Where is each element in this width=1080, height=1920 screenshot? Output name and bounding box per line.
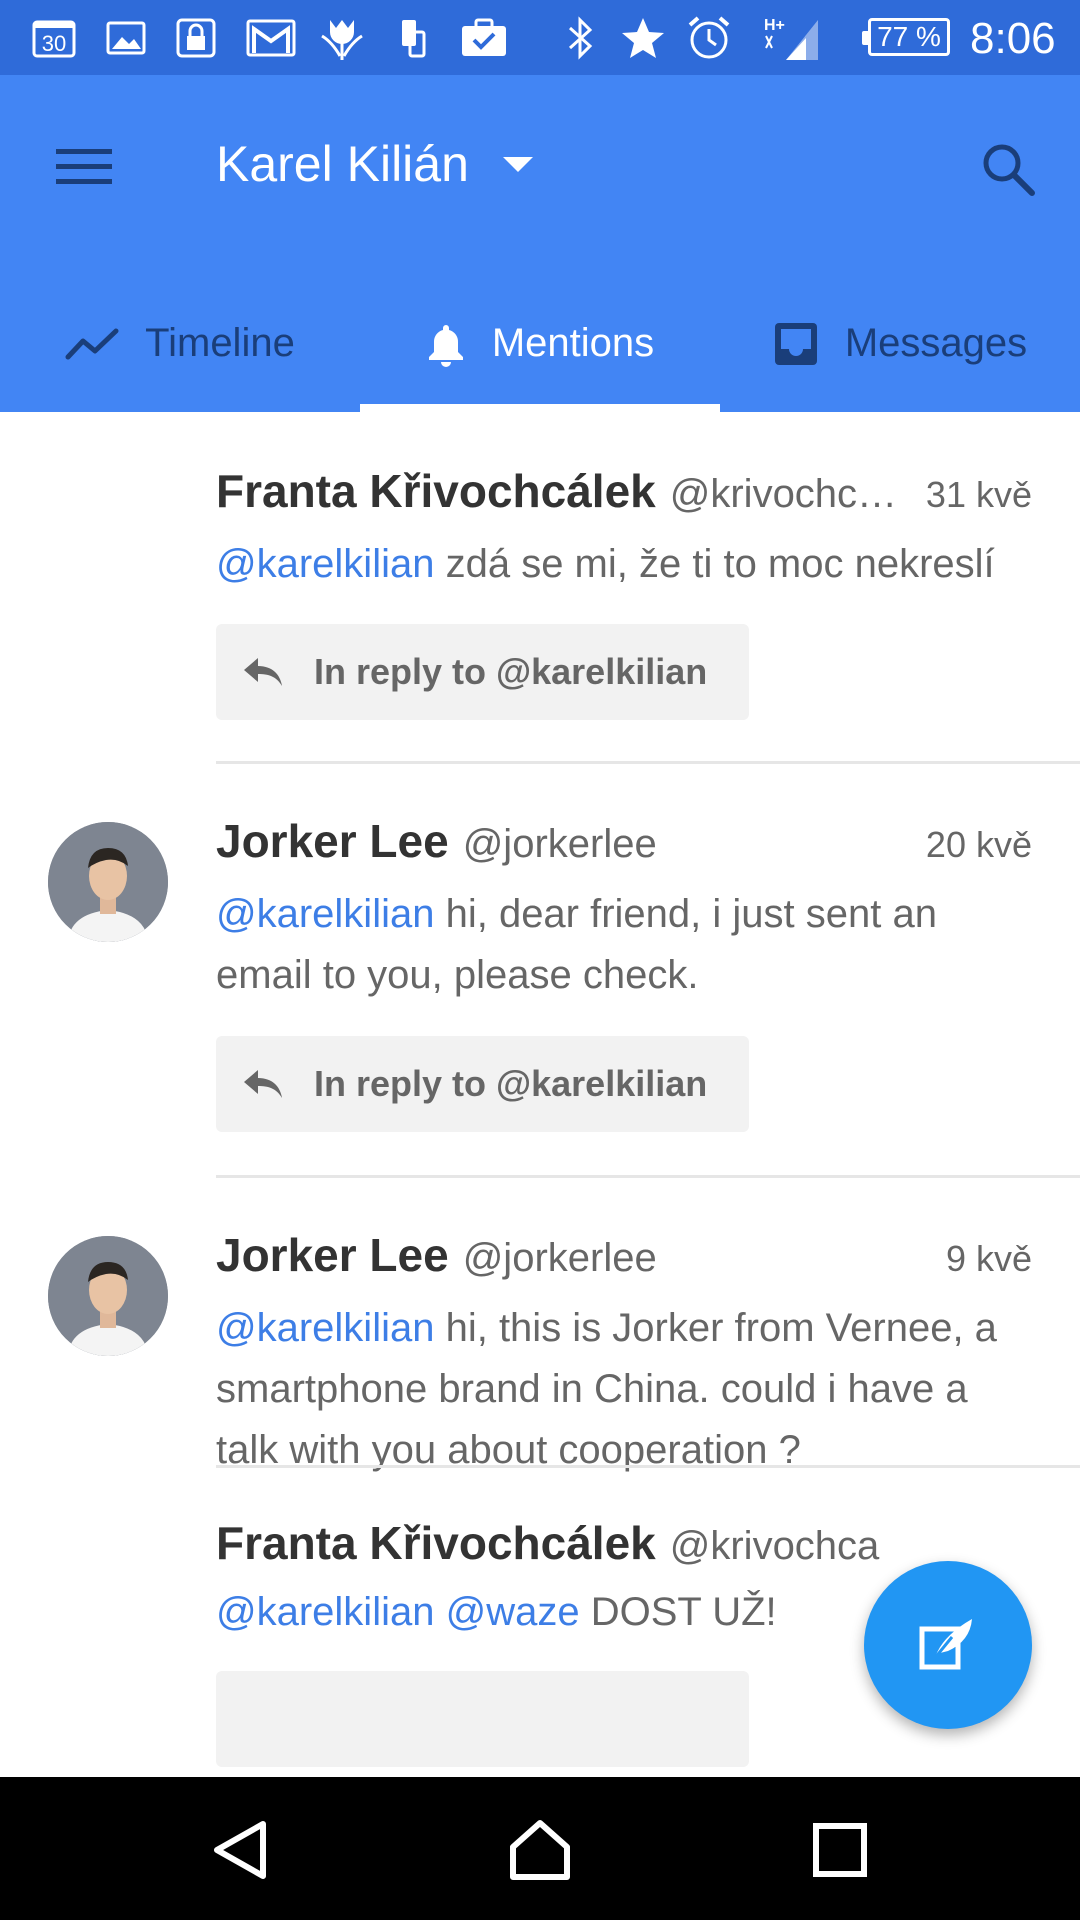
tweet-header: Jorker Lee @jorkerlee 9 kvě [216, 1228, 1032, 1282]
mention-link[interactable]: @waze [446, 1590, 580, 1634]
battery-indicator: 77 % [862, 18, 950, 56]
gmail-icon [246, 16, 296, 60]
recents-square-icon[interactable] [795, 1805, 885, 1895]
tweet-text: @karelkilian hi, this is Jorker from Ver… [216, 1306, 997, 1472]
system-navigation-bar [0, 1777, 1080, 1920]
author-handle[interactable]: @jorkerlee [463, 1236, 926, 1281]
tweet-time: 9 kvě [945, 1238, 1032, 1279]
tweet-text: @karelkilian hi, dear friend, i just sen… [216, 892, 937, 997]
tweet-header: Franta Křivochcálek @krivochca [216, 1516, 1032, 1570]
author-handle[interactable]: @krivochc… [670, 472, 906, 517]
author-name[interactable]: Jorker Lee [216, 814, 449, 868]
search-icon[interactable] [966, 127, 1050, 211]
tweet-time: 31 kvě [925, 474, 1032, 515]
tweet-header: Franta Křivochcálek @krivochc… 31 kvě [216, 464, 1032, 518]
tweet-text: @karelkilian zdá se mi, že ti to moc nek… [216, 542, 995, 586]
tab-label: Timeline [145, 321, 295, 365]
vpn-lock-icon [176, 16, 216, 60]
tweet-header: Jorker Lee @jorkerlee 20 kvě [216, 814, 1032, 868]
tweet-item[interactable]: Franta Křivochcálek @krivochc… 31 kvě @k… [0, 412, 1080, 765]
tab-messages[interactable]: Messages [720, 275, 1080, 412]
account-name: Karel Kilián [216, 136, 469, 192]
reply-label: In reply to @karelkilian [314, 651, 708, 692]
alarm-icon [686, 16, 732, 60]
briefcase-check-icon [460, 16, 508, 60]
bell-icon [426, 321, 466, 367]
reply-icon [242, 656, 284, 688]
svg-text:H+: H+ [764, 17, 785, 34]
signal-icon: H+ [762, 16, 822, 60]
calendar-icon: 30 [32, 16, 76, 60]
tab-label: Mentions [491, 321, 655, 365]
mention-link[interactable]: @karelkilian [216, 542, 434, 586]
tab-label: Messages [844, 321, 1028, 365]
reply-icon [242, 1068, 284, 1100]
back-triangle-icon[interactable] [196, 1805, 286, 1895]
author-handle[interactable]: @krivochca [670, 1524, 1032, 1569]
in-reply-to-chip[interactable]: In reply to @karelkilian [216, 1036, 749, 1132]
compose-button[interactable] [864, 1561, 1032, 1729]
tweet-item[interactable]: Jorker Lee @jorkerlee 20 kvě @karelkilian h… [0, 764, 1080, 1178]
tab-bar: Timeline Mentions Messages [0, 275, 1080, 412]
clock: 8:06 [970, 14, 1056, 63]
tweet-time: 20 kvě [925, 824, 1032, 865]
mention-link[interactable]: @karelkilian [216, 1306, 434, 1350]
svg-text:30: 30 [42, 31, 66, 56]
hamburger-menu-icon[interactable] [44, 127, 124, 207]
author-name[interactable]: Franta Křivochcálek [216, 464, 656, 518]
in-reply-to-chip[interactable] [216, 1671, 749, 1767]
home-icon[interactable] [495, 1805, 585, 1895]
chevron-down-icon [502, 156, 533, 172]
trending-line-icon [65, 327, 119, 361]
phone-sync-icon [398, 16, 428, 60]
tweet-item[interactable]: Jorker Lee @jorkerlee 9 kvě @karelkilian hi… [0, 1178, 1080, 1472]
active-tab-indicator [360, 404, 720, 412]
mention-link[interactable]: @karelkilian [216, 1590, 434, 1634]
tab-mentions[interactable]: Mentions [360, 275, 720, 412]
bluetooth-icon [564, 16, 598, 60]
reply-label: In reply to @karelkilian [314, 1063, 708, 1104]
app-bar: Karel Kilián Timeline Mentions Messages [0, 75, 1080, 412]
status-bar: 30 H+ 77 % 8:06 [0, 0, 1080, 75]
star-icon [620, 16, 666, 60]
author-name[interactable]: Franta Křivochcálek [216, 1516, 656, 1570]
compose-feather-icon [918, 1615, 978, 1676]
author-name[interactable]: Jorker Lee [216, 1228, 449, 1282]
inbox-icon [773, 321, 819, 367]
in-reply-to-chip[interactable]: In reply to @karelkilian [216, 624, 749, 720]
avatar[interactable] [48, 1236, 168, 1356]
author-handle[interactable]: @jorkerlee [463, 822, 906, 867]
tab-timeline[interactable]: Timeline [0, 275, 360, 412]
mention-link[interactable]: @karelkilian [216, 892, 434, 936]
gallery-icon [106, 16, 146, 60]
account-switcher[interactable]: Karel Kilián [216, 135, 533, 193]
avatar[interactable] [48, 822, 168, 942]
tulip-icon [320, 16, 364, 60]
